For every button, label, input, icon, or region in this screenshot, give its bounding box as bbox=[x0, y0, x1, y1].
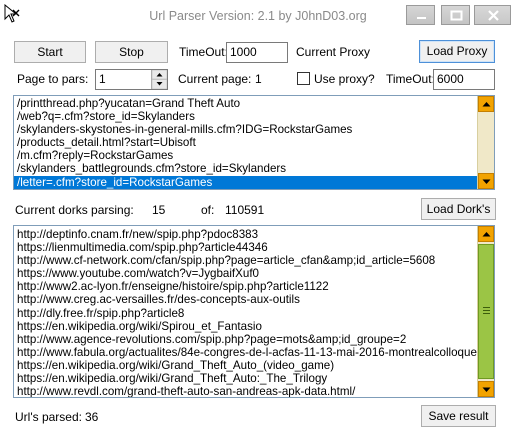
scroll-down-button[interactable] bbox=[478, 381, 494, 397]
urls-parsed-value: 36 bbox=[85, 410, 99, 424]
scroll-thumb[interactable] bbox=[478, 244, 494, 379]
dork-list-item[interactable]: /skylanders-skystones-in-general-mills.c… bbox=[14, 123, 477, 136]
window-title: Url Parser Version: 2.1 by J0hnD03.org bbox=[149, 9, 367, 23]
result-list-item[interactable]: http://www.revdl.com/grand-theft-auto-sa… bbox=[14, 385, 477, 397]
timeout2-input[interactable]: 6000 bbox=[433, 69, 495, 90]
scroll-up-button[interactable] bbox=[478, 96, 494, 112]
maximize-button[interactable] bbox=[441, 5, 470, 25]
scroll-down-button[interactable] bbox=[478, 173, 494, 189]
close-button[interactable] bbox=[474, 5, 511, 25]
urls-parsed-label: Url's parsed: bbox=[15, 410, 82, 424]
load-proxy-button[interactable]: Load Proxy bbox=[419, 40, 495, 63]
result-list-item[interactable]: https://www.youtube.com/watch?v=JygbaifX… bbox=[14, 267, 477, 280]
result-list-item[interactable]: https://en.wikipedia.org/wiki/Grand_Thef… bbox=[14, 359, 477, 372]
dork-list-item[interactable]: /printthread.php?yucatan=Grand Theft Aut… bbox=[14, 97, 477, 110]
title-bar: Url Parser Version: 2.1 by J0hnD03.org bbox=[0, 0, 516, 32]
minimize-button[interactable] bbox=[406, 5, 435, 25]
dorks-scrollbar[interactable] bbox=[477, 96, 494, 189]
result-list-item[interactable]: http://www.creg.ac-versailles.fr/des-con… bbox=[14, 293, 477, 306]
dorks-list[interactable]: /printthread.php?yucatan=Grand Theft Aut… bbox=[13, 95, 495, 190]
dork-list-item[interactable]: /products_detail.html?start=Ubisoft bbox=[14, 136, 477, 149]
result-list-item[interactable]: http://www.cf-network.com/cfan/spip.php?… bbox=[14, 254, 477, 267]
page-to-pars-label: Page to pars: bbox=[17, 72, 89, 86]
of-label: of: bbox=[201, 203, 215, 217]
spin-buttons[interactable] bbox=[151, 70, 167, 89]
page-to-pars-stepper[interactable]: 1 bbox=[95, 69, 168, 90]
timeout-input[interactable]: 1000 bbox=[226, 42, 288, 63]
current-proxy-label: Current Proxy bbox=[296, 45, 371, 59]
result-list-item[interactable]: http://www.agence-revolutions.com/spip.p… bbox=[14, 333, 477, 346]
save-result-button[interactable]: Save result bbox=[421, 405, 496, 427]
dork-list-item[interactable]: /letter=.cfm?store_id=RockstarGames bbox=[14, 175, 477, 189]
result-list-item[interactable]: http://dly.free.fr/spip.php?article8 bbox=[14, 307, 477, 320]
result-list-item[interactable]: https://en.wikipedia.org/wiki/Grand_Thef… bbox=[14, 372, 477, 385]
dork-list-item[interactable]: /skylanders_battlegrounds.cfm?store_id=S… bbox=[14, 162, 477, 175]
result-list-item[interactable]: http://www2.ac-lyon.fr/enseigne/histoire… bbox=[14, 280, 477, 293]
timeout2-label: TimeOut: bbox=[386, 72, 435, 86]
result-list-item[interactable]: http://deptinfo.cnam.fr/new/spip.php?pdo… bbox=[14, 228, 477, 241]
dork-list-item[interactable]: /web?q=.cfm?store_id=Skylanders bbox=[14, 110, 477, 123]
results-list[interactable]: http://deptinfo.cnam.fr/new/spip.php?pdo… bbox=[13, 225, 495, 398]
current-dorks-value: 15 bbox=[152, 203, 166, 217]
result-list-item[interactable]: http://www.fabula.org/actualites/84e-con… bbox=[14, 346, 494, 359]
current-page-label: Current page: bbox=[178, 72, 252, 86]
result-list-item[interactable]: https://lienmultimedia.com/spip.php?arti… bbox=[14, 241, 477, 254]
use-proxy-checkbox[interactable] bbox=[297, 72, 310, 85]
page-to-pars-value: 1 bbox=[99, 72, 106, 86]
scroll-up-button[interactable] bbox=[478, 226, 494, 242]
stop-button[interactable]: Stop bbox=[95, 41, 168, 63]
timeout-label: TimeOut: bbox=[179, 45, 228, 59]
of-value: 110591 bbox=[225, 203, 265, 217]
current-page-value: 1 bbox=[255, 72, 262, 86]
result-list-item[interactable]: https://en.wikipedia.org/wiki/Spirou_et_… bbox=[14, 320, 477, 333]
use-proxy-label: Use proxy? bbox=[314, 72, 375, 86]
load-dorks-button[interactable]: Load Dork's bbox=[421, 198, 496, 220]
start-button[interactable]: Start bbox=[14, 41, 86, 63]
current-dorks-label: Current dorks parsing: bbox=[15, 203, 134, 217]
dork-list-item[interactable]: /m.cfm?reply=RockstarGames bbox=[14, 149, 477, 162]
results-scrollbar[interactable] bbox=[477, 226, 494, 397]
